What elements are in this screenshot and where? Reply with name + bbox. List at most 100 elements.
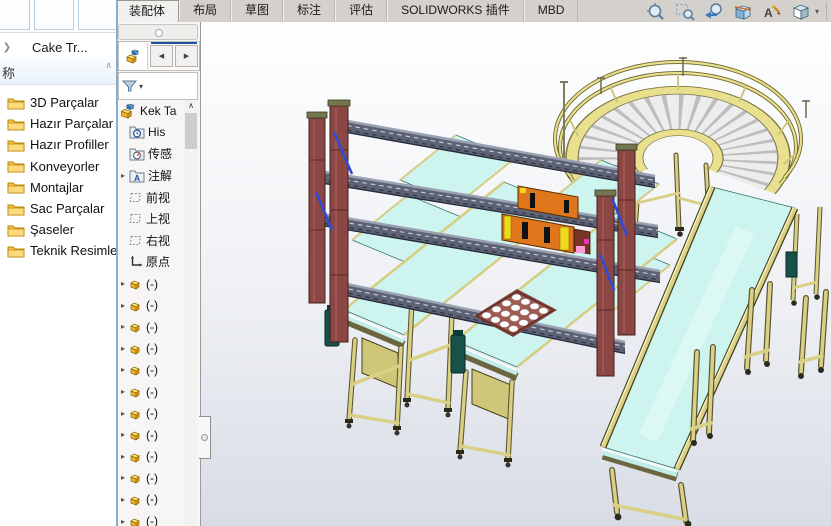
tab-scroll-left-button[interactable]: ◀: [150, 45, 173, 67]
featuremanager-design-tree-tab[interactable]: [119, 43, 148, 69]
featuremanager-tab-strip: ◀ ▶: [118, 41, 200, 71]
viewport-3d[interactable]: [200, 22, 831, 526]
expand-arrow-icon[interactable]: ▸: [117, 279, 129, 288]
folder-item-konveyorler[interactable]: Konveyorler: [0, 156, 116, 177]
expand-arrow-icon[interactable]: ▸: [117, 322, 129, 331]
tab-scroll-right-button[interactable]: ▶: [175, 45, 198, 67]
tree-item-annotations[interactable]: ▸注解: [117, 165, 185, 187]
tree-item-origin[interactable]: 原点: [117, 251, 185, 273]
tree-item-top-plane[interactable]: 上视: [117, 208, 185, 230]
expand-arrow-icon[interactable]: ▸: [117, 517, 129, 526]
folder-item-saseler[interactable]: Şaseler: [0, 219, 116, 240]
expand-arrow-icon[interactable]: ▸: [117, 495, 129, 504]
expand-arrow-icon[interactable]: ▸: [117, 365, 129, 374]
tree-filter-box[interactable]: ▾: [118, 72, 198, 100]
tree-item-history[interactable]: His: [117, 122, 185, 144]
folder-item-hazir-profiller[interactable]: Hazır Profiller: [0, 134, 116, 155]
scrollbar-up-arrow[interactable]: ∧: [184, 100, 198, 112]
collapse-dot-icon: [201, 434, 208, 441]
expand-arrow-icon[interactable]: ▸: [117, 344, 129, 353]
view-orientation-caret[interactable]: ▾: [815, 7, 819, 16]
tree-item-sensors[interactable]: 传感: [117, 143, 185, 165]
plane-icon: [129, 212, 143, 225]
tab-annotate[interactable]: 标注: [283, 0, 335, 22]
tree-item-front-plane[interactable]: 前视: [117, 186, 185, 208]
file-thumbnail[interactable]: [34, 0, 74, 30]
tree-component-row[interactable]: ▸(-): [117, 273, 185, 295]
tree-root-assembly[interactable]: Kek Ta: [117, 100, 185, 122]
expand-arrow-icon[interactable]: ▸: [117, 171, 129, 180]
tree-component-row[interactable]: ▸(-): [117, 359, 185, 381]
plane-icon: [129, 234, 143, 247]
part-icon: [129, 385, 143, 398]
expand-arrow-icon[interactable]: ▸: [117, 301, 129, 310]
tree-component-row[interactable]: ▸(-): [117, 510, 185, 526]
part-icon: [129, 471, 143, 484]
previous-view-icon[interactable]: [702, 1, 726, 21]
tree-scrollbar[interactable]: ∧: [184, 100, 198, 526]
featuremanager-panel: ◀ ▶ ▾ Kek Ta His 传感 ▸注解 前视 上视 右视 原点 ▸(-)…: [116, 22, 201, 526]
assembly-icon: [119, 103, 137, 119]
part-icon: [129, 363, 143, 376]
hide-show-annotations-icon[interactable]: A: [760, 1, 784, 21]
tab-solidworks-addins[interactable]: SOLIDWORKS 插件: [387, 0, 524, 22]
panel-splitter-handle[interactable]: [118, 24, 198, 40]
tree-component-row[interactable]: ▸(-): [117, 424, 185, 446]
file-thumbnail[interactable]: [78, 0, 118, 30]
view-orientation-icon[interactable]: [789, 1, 813, 21]
expand-arrow-icon[interactable]: ▸: [117, 387, 129, 396]
filter-funnel-icon: [122, 79, 137, 93]
explorer-root-label: Cake Tr...: [32, 40, 88, 55]
zoom-to-area-icon[interactable]: [673, 1, 697, 21]
folder-item-montajlar[interactable]: Montajlar: [0, 177, 116, 198]
part-icon: [129, 450, 143, 463]
sort-ascending-icon[interactable]: ∧: [105, 60, 112, 71]
file-explorer-panel: ❯ Cake Tr... 称 ∧ 3D Parçalar Hazır Parça…: [0, 0, 118, 526]
tree-component-row[interactable]: ▸(-): [117, 489, 185, 511]
file-thumbnail[interactable]: [0, 0, 30, 30]
scrollbar-thumb[interactable]: [185, 113, 197, 149]
tab-evaluate[interactable]: 评估: [335, 0, 387, 22]
section-view-icon[interactable]: [731, 1, 755, 21]
folder-item-teknik-resimler[interactable]: Teknik Resimler: [0, 240, 116, 261]
motor-middle[interactable]: [451, 335, 465, 373]
filter-caret-icon[interactable]: ▾: [139, 82, 143, 91]
tab-mbd[interactable]: MBD: [524, 0, 579, 22]
tree-component-row[interactable]: ▸(-): [117, 338, 185, 360]
tree-component-row[interactable]: ▸(-): [117, 294, 185, 316]
panel-collapse-tab[interactable]: [199, 416, 211, 459]
chevron-right-icon[interactable]: ❯: [0, 42, 14, 53]
tab-sketch[interactable]: 草图: [231, 0, 283, 22]
part-icon: [129, 320, 143, 333]
explorer-tree-root[interactable]: ❯ Cake Tr...: [0, 36, 116, 58]
tree-component-row[interactable]: ▸(-): [117, 402, 185, 424]
folder-item-hazir-parcalar[interactable]: Hazır Parçalar: [0, 113, 116, 134]
part-icon: [129, 407, 143, 420]
part-icon: [129, 428, 143, 441]
tree-item-right-plane[interactable]: 右视: [117, 230, 185, 252]
heads-up-view-toolbar: A ▾: [644, 0, 827, 22]
folder-item-sac-parcalar[interactable]: Sac Parçalar: [0, 198, 116, 219]
tree-component-row[interactable]: ▸(-): [117, 446, 185, 468]
solidworks-window: { "ribbon": { "tabs": [ {"label": "装配体",…: [0, 0, 831, 526]
expand-arrow-icon[interactable]: ▸: [117, 473, 129, 482]
folder-item-3d-parcalar[interactable]: 3D Parçalar: [0, 92, 116, 113]
tab-assembly[interactable]: 装配体: [115, 0, 179, 22]
expand-arrow-icon[interactable]: ▸: [117, 430, 129, 439]
tab-layout[interactable]: 布局: [179, 0, 231, 22]
part-icon: [129, 277, 143, 290]
zoom-to-fit-icon[interactable]: [644, 1, 668, 21]
name-column-header[interactable]: 称 ∧: [0, 58, 116, 85]
divider: [0, 32, 116, 33]
splitter-dot-icon: [155, 29, 163, 37]
origin-icon: [129, 255, 143, 268]
expand-arrow-icon[interactable]: ▸: [117, 409, 129, 418]
tree-component-row[interactable]: ▸(-): [117, 467, 185, 489]
featuremanager-tree: Kek Ta His 传感 ▸注解 前视 上视 右视 原点 ▸(-) ▸(-) …: [117, 100, 185, 526]
part-icon: [129, 515, 143, 526]
expand-arrow-icon[interactable]: ▸: [117, 452, 129, 461]
history-folder-icon: [129, 125, 145, 139]
tree-component-row[interactable]: ▸(-): [117, 316, 185, 338]
tree-component-row[interactable]: ▸(-): [117, 381, 185, 403]
annotations-folder-icon: [129, 169, 145, 183]
